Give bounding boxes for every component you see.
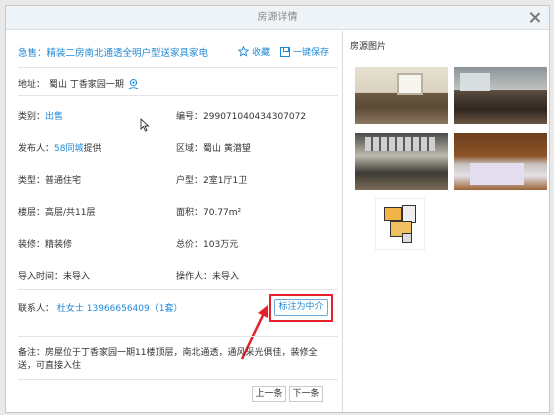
save-label: 一键保存: [293, 48, 330, 58]
contact-value[interactable]: 杜女士 13966656409（1套）: [57, 304, 183, 314]
field-label: 面积：: [176, 208, 204, 218]
field-label: 总价：: [176, 240, 204, 250]
address-row: 地址： 蜀山 丁香家园一期: [18, 77, 139, 90]
field-label: 区域：: [176, 144, 204, 154]
field-value: 精装修: [45, 240, 73, 250]
field-type: 类型：普通住宅: [18, 173, 81, 186]
prev-item-button[interactable]: 上一条: [252, 386, 286, 402]
dialog-title: 房源详情: [257, 12, 298, 23]
field-value: 299071040434307072: [203, 112, 307, 122]
photos-panel: 房源图片: [342, 31, 549, 412]
listing-headline: 急售：精装二房南北通透全明户型送家具家电: [18, 48, 209, 59]
favorite-button[interactable]: 收藏: [238, 45, 270, 58]
field-label: 楼层：: [18, 208, 46, 218]
field-region: 区域：蜀山 黄潜望: [176, 141, 251, 154]
field-category: 类别：出售: [18, 109, 63, 122]
field-area: 面积：70.77m²: [176, 205, 241, 218]
field-label: 发布人：: [18, 144, 55, 154]
contact-row: 联系人： 杜女士 13966656409（1套）: [18, 301, 182, 314]
contact-label: 联系人：: [18, 304, 55, 314]
divider: [18, 289, 338, 290]
field-label: 类别：: [18, 112, 46, 122]
photos-title: 房源图片: [350, 42, 387, 52]
address-label: 地址：: [18, 80, 46, 90]
field-floor: 楼层：高层/共11层: [18, 205, 96, 218]
field-value: 2室1厅1卫: [203, 176, 248, 186]
photo-bedroom[interactable]: [454, 133, 547, 190]
annotation-highlight-box: [269, 294, 333, 322]
dialog-titlebar: 房源详情: [6, 6, 549, 30]
field-id: 编号：299071040434307072: [176, 109, 306, 122]
save-icon: [280, 46, 290, 57]
divider: [18, 67, 338, 68]
field-label: 装修：: [18, 240, 46, 250]
next-item-button[interactable]: 下一条: [289, 386, 323, 402]
field-suffix: 提供: [83, 144, 102, 154]
field-label: 户型：: [176, 176, 204, 186]
field-decoration: 装修：精装修: [18, 237, 72, 250]
field-value: 未导入: [63, 272, 91, 282]
photo-kitchen[interactable]: [454, 67, 547, 124]
one-click-save-button[interactable]: 一键保存: [280, 45, 329, 58]
address-value: 蜀山 丁香家园一期: [49, 80, 124, 90]
field-operator: 操作人：未导入: [176, 269, 239, 282]
field-import-time: 导入时间：未导入: [18, 269, 90, 282]
divider: [18, 379, 338, 380]
field-publisher: 发布人：58同城提供: [18, 141, 101, 154]
field-value: 普通住宅: [45, 176, 82, 186]
field-label: 导入时间：: [18, 272, 64, 282]
divider: [18, 336, 338, 337]
field-value[interactable]: 58同城: [54, 144, 83, 154]
field-label: 操作人：: [176, 272, 213, 282]
close-icon[interactable]: [528, 11, 541, 24]
field-value: 高层/共11层: [45, 208, 96, 218]
listing-detail-dialog: 房源详情 急售：精装二房南北通透全明户型送家具家电 收藏 一键保存 地址： 蜀山…: [5, 5, 550, 413]
star-icon: [238, 46, 249, 57]
field-value: 蜀山 黄潜望: [203, 144, 251, 154]
field-value: 70.77m²: [203, 208, 242, 218]
photo-floor-plan[interactable]: [375, 198, 425, 250]
listing-info-panel: 急售：精装二房南北通透全明户型送家具家电 收藏 一键保存 地址： 蜀山 丁香家园…: [6, 31, 342, 412]
listing-remark: 备注：房屋位于丁香家园一期11楼顶层，南北通透，通风采光俱佳，装修全送，可直接入…: [18, 348, 318, 371]
field-price: 总价：103万元: [176, 237, 238, 250]
field-value: 103万元: [203, 240, 239, 250]
photo-balcony[interactable]: [355, 133, 448, 190]
field-value[interactable]: 出售: [45, 112, 63, 122]
map-pin-icon[interactable]: [128, 78, 139, 90]
mouse-cursor-icon: [140, 118, 150, 132]
field-label: 类型：: [18, 176, 46, 186]
divider: [18, 95, 338, 96]
photo-living-room[interactable]: [355, 67, 448, 124]
favorite-label: 收藏: [252, 48, 271, 58]
field-layout: 户型：2室1厅1卫: [176, 173, 247, 186]
field-label: 编号：: [176, 112, 204, 122]
field-value: 未导入: [212, 272, 240, 282]
